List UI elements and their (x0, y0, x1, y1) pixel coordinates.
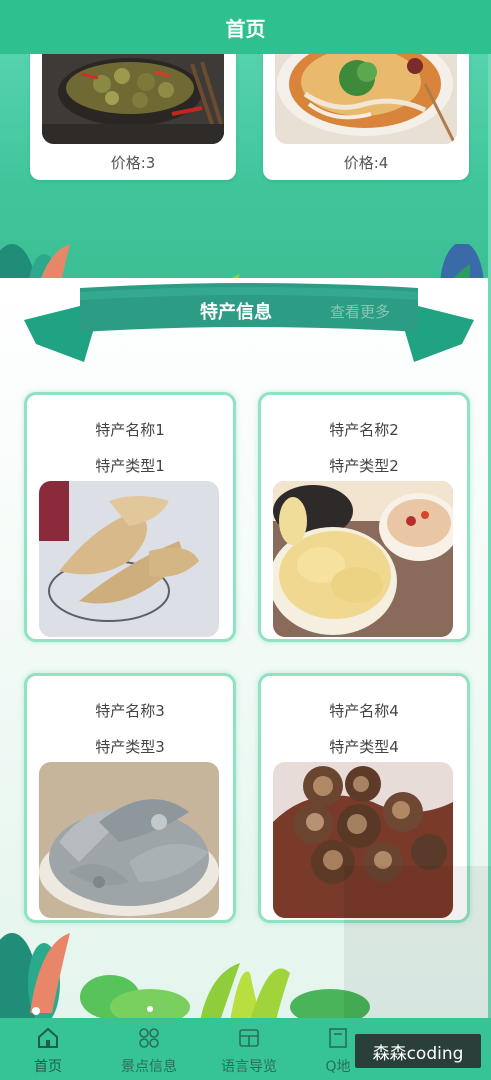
tab-home[interactable]: 首页 (12, 1018, 84, 1080)
tab-label: Q地 (325, 1059, 351, 1075)
specialty-image (273, 481, 453, 637)
food-price: 价格:4 (343, 154, 389, 172)
food-price: 价格:3 (110, 154, 156, 172)
tab-scenic-info[interactable]: 景点信息 (106, 1018, 192, 1080)
food-card[interactable]: 价格:3 (30, 54, 236, 180)
tab-language-guide[interactable]: 语言导览 (205, 1018, 293, 1080)
specialty-type: 特产类型4 (329, 738, 399, 756)
specialty-card[interactable]: 特产名称3 特产类型3 (24, 673, 236, 923)
specialty-name: 特产名称1 (95, 421, 165, 439)
specialty-type: 特产类型1 (95, 457, 165, 475)
specialty-image (39, 481, 219, 637)
tab-map[interactable]: Q地 (318, 1018, 358, 1080)
map-icon (329, 1028, 347, 1048)
home-icon (38, 1027, 58, 1048)
food-card[interactable]: 价格:4 (263, 54, 469, 180)
specialty-name: 特产名称2 (329, 421, 399, 439)
specialty-image (39, 762, 219, 918)
specialty-name: 特产名称4 (329, 702, 399, 720)
food-image (42, 54, 224, 144)
specialty-card[interactable]: 特产名称2 特产类型2 (258, 392, 470, 642)
tab-label: 首页 (34, 1059, 62, 1075)
watermark-label: 森森coding (355, 1034, 481, 1068)
tab-label: 语言导览 (221, 1059, 277, 1075)
tab-label: 景点信息 (121, 1059, 177, 1075)
page-title: 首页 (0, 0, 491, 54)
specialty-name: 特产名称3 (95, 702, 165, 720)
specialty-type: 特产类型3 (95, 738, 165, 756)
specialty-card[interactable]: 特产名称1 特产类型1 (24, 392, 236, 642)
food-image (275, 54, 457, 144)
overlay-shade (344, 866, 491, 1018)
section-title: 特产信息 (200, 302, 272, 323)
guide-icon (239, 1029, 259, 1047)
view-more-link[interactable]: 查看更多 (330, 301, 390, 322)
food-section: 价格:3 价格:4 (0, 54, 491, 278)
section-ribbon (24, 283, 474, 362)
specialty-type: 特产类型2 (329, 457, 399, 475)
grid-icon (139, 1028, 159, 1048)
foliage-decoration (0, 244, 484, 278)
